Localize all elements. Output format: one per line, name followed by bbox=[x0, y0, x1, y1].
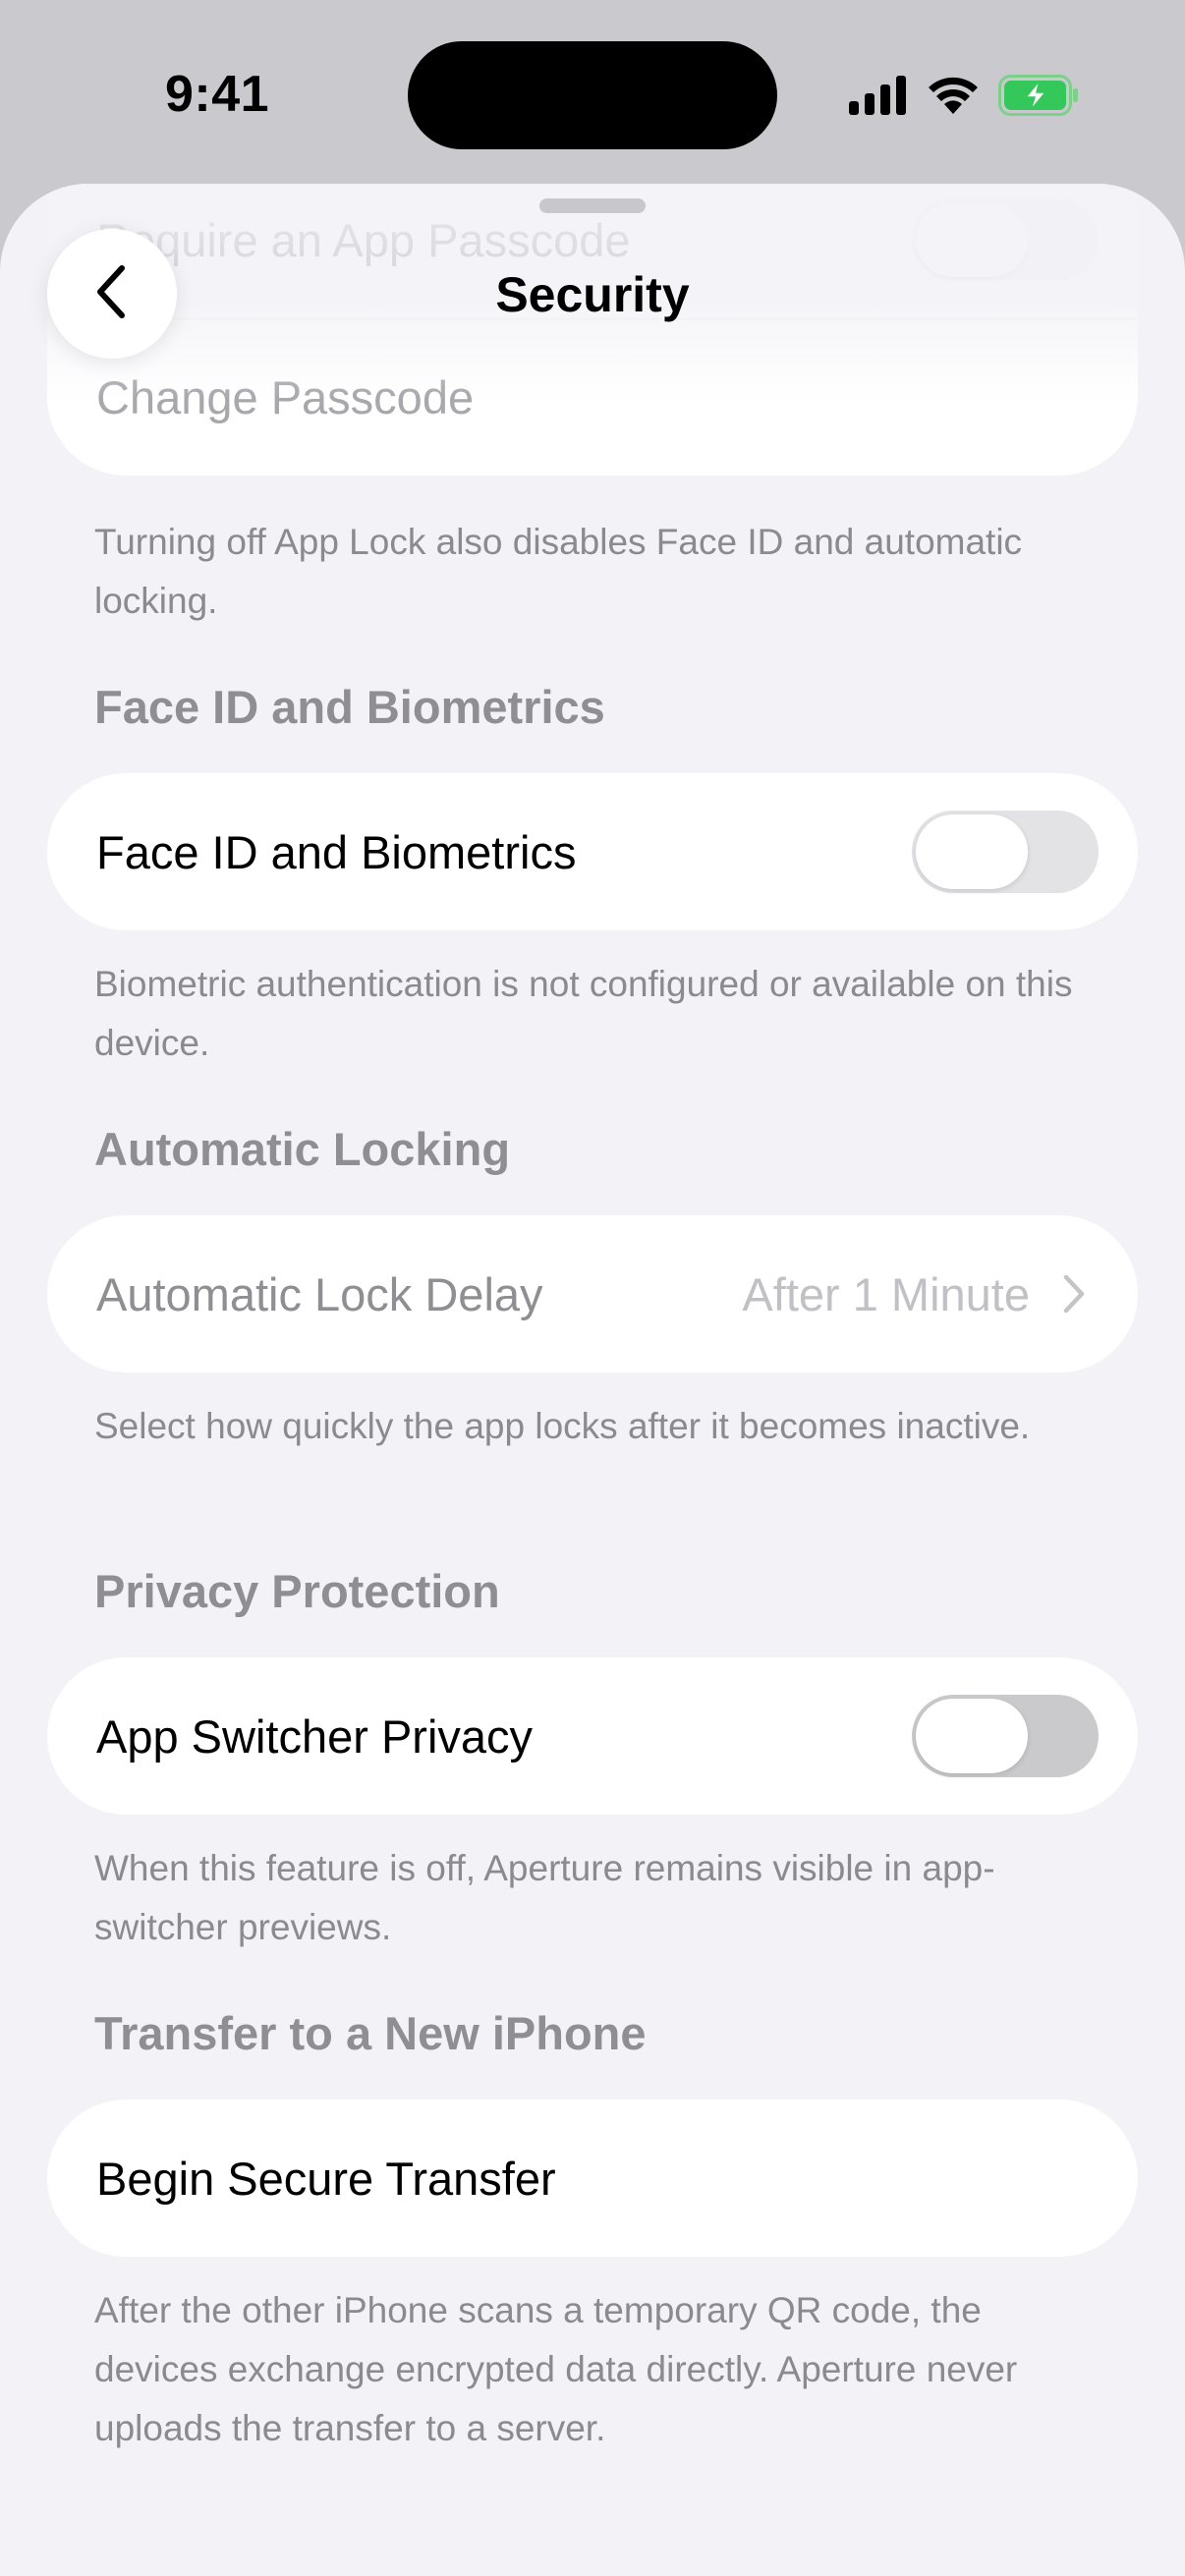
auto-lock-group: Automatic Lock Delay After 1 Minute bbox=[47, 1215, 1138, 1372]
face-id-footer: Biometric authentication is not configur… bbox=[94, 964, 1073, 1063]
status-time: 9:41 bbox=[165, 66, 270, 123]
change-passcode-label: Change Passcode bbox=[96, 370, 475, 423]
auto-lock-delay-label: Automatic Lock Delay bbox=[96, 1267, 543, 1320]
face-id-toggle[interactable] bbox=[912, 811, 1099, 893]
privacy-footer: When this feature is off, Aperture remai… bbox=[94, 1848, 995, 1947]
face-id-group: Face ID and Biometrics bbox=[47, 773, 1138, 930]
require-passcode-label: Require an App Passcode bbox=[96, 213, 631, 266]
transfer-footer: After the other iPhone scans a temporary… bbox=[94, 2290, 1018, 2448]
status-icons bbox=[849, 73, 1079, 122]
auto-lock-delay-value: After 1 Minute bbox=[742, 1267, 1030, 1320]
toggle-knob bbox=[916, 814, 1028, 889]
battery-charging-icon bbox=[998, 74, 1079, 121]
auto-lock-delay-row[interactable]: Automatic Lock Delay After 1 Minute bbox=[47, 1215, 1138, 1372]
auto-lock-header: Automatic Locking bbox=[94, 1123, 511, 1175]
app-switcher-privacy-row[interactable]: App Switcher Privacy bbox=[47, 1657, 1138, 1815]
sheet-grabber[interactable] bbox=[539, 198, 646, 213]
begin-secure-transfer-row[interactable]: Begin Secure Transfer bbox=[47, 2100, 1138, 2257]
wifi-icon bbox=[926, 75, 981, 121]
auto-lock-footer: Select how quickly the app locks after i… bbox=[94, 1406, 1031, 1446]
face-id-row[interactable]: Face ID and Biometrics bbox=[47, 773, 1138, 930]
chevron-right-icon bbox=[1061, 1272, 1087, 1320]
dynamic-island bbox=[408, 41, 777, 149]
app-switcher-privacy-toggle[interactable] bbox=[912, 1695, 1099, 1777]
toggle-knob bbox=[916, 1699, 1028, 1773]
status-bar: 9:41 bbox=[0, 0, 1185, 187]
privacy-header: Privacy Protection bbox=[94, 1565, 500, 1617]
begin-secure-transfer-label: Begin Secure Transfer bbox=[96, 2152, 556, 2205]
app-lock-group: Require an App Passcode Change Passcode bbox=[47, 184, 1138, 476]
cellular-signal-icon bbox=[849, 75, 908, 120]
change-passcode-row[interactable]: Change Passcode bbox=[47, 318, 1138, 476]
transfer-group: Begin Secure Transfer bbox=[47, 2100, 1138, 2257]
page-title: Security bbox=[495, 267, 690, 322]
privacy-group: App Switcher Privacy bbox=[47, 1657, 1138, 1815]
settings-sheet: Security Require an App Passcode Change … bbox=[0, 184, 1185, 2576]
transfer-header: Transfer to a New iPhone bbox=[94, 2007, 647, 2059]
face-id-header: Face ID and Biometrics bbox=[94, 681, 605, 733]
app-lock-footer: Turning off App Lock also disables Face … bbox=[94, 522, 1023, 621]
app-switcher-privacy-label: App Switcher Privacy bbox=[96, 1709, 534, 1763]
face-id-label: Face ID and Biometrics bbox=[96, 825, 577, 878]
